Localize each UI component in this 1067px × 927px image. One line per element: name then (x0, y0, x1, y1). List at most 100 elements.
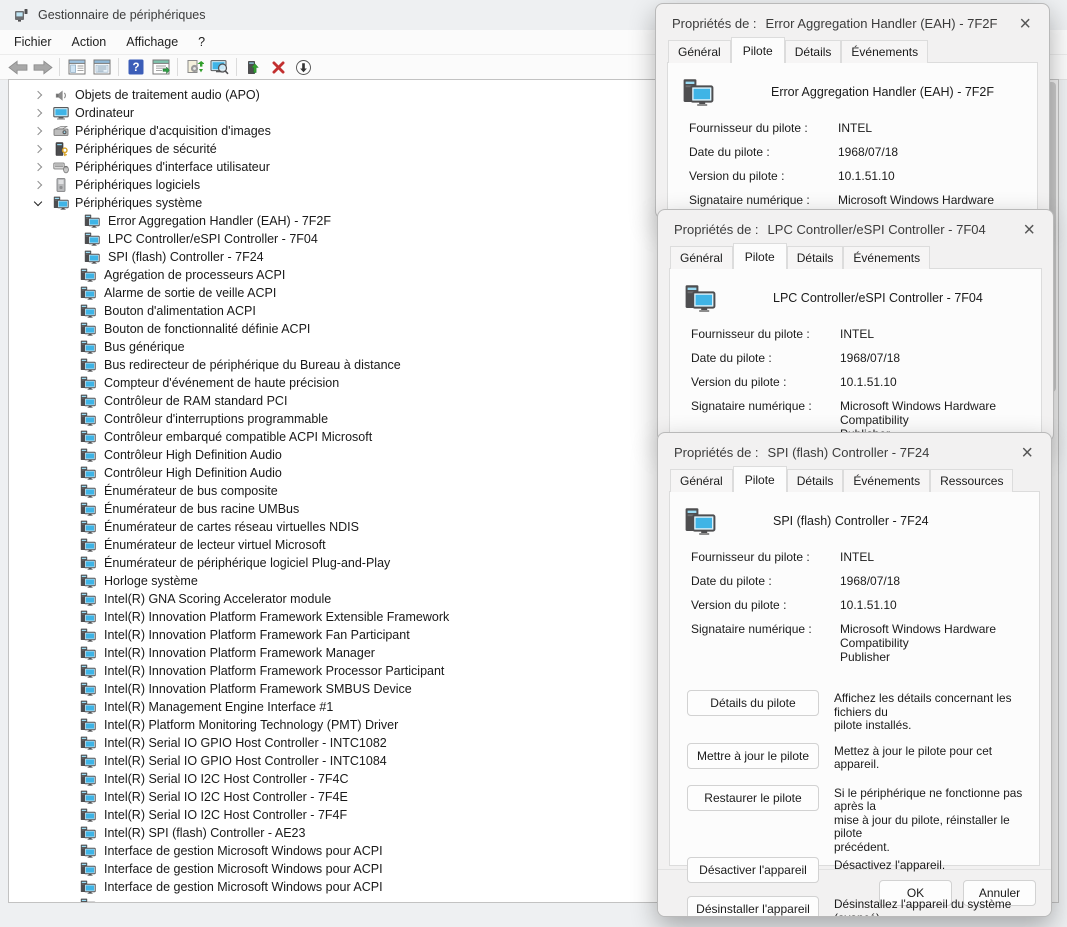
enable-device-button[interactable] (241, 57, 266, 78)
driver-fields: Fournisseur du pilote :INTEL Date du pilo… (670, 546, 1039, 680)
svg-text:?: ? (132, 62, 139, 74)
tree-item-label: Intel(R) Serial IO GPIO Host Controller … (104, 736, 387, 750)
roll-back-driver-button[interactable]: Restaurer le pilote (687, 785, 819, 811)
driver-tab-panel: Error Aggregation Handler (EAH) - 7F2F F… (667, 62, 1038, 219)
dialog-tab[interactable]: Ressources (930, 469, 1013, 492)
scan-hardware-button[interactable] (207, 57, 232, 78)
device-icon (683, 282, 717, 314)
system-device-icon (80, 825, 96, 841)
field-label: Version du pilote : (691, 375, 840, 389)
expand-chevron-icon[interactable] (33, 197, 45, 209)
dialog-title-bar: Propriétés de : Error Aggregation Handle… (656, 4, 1049, 40)
update-driver-button[interactable]: Mettre à jour le pilote (687, 743, 819, 769)
driver-field-row: Date du pilote :1968/07/18 (689, 145, 1027, 159)
field-value: 10.1.51.10 (840, 375, 1031, 389)
system-device-icon (80, 645, 96, 661)
expand-chevron-icon[interactable] (33, 161, 45, 173)
properties-button[interactable] (89, 57, 114, 78)
field-label: Signataire numérique : (691, 622, 840, 664)
field-label: Fournisseur du pilote : (691, 550, 840, 564)
menu-affichage[interactable]: Affichage (116, 32, 188, 52)
system-device-icon (80, 267, 96, 283)
expand-chevron-icon[interactable] (33, 107, 45, 119)
tree-item-label: Intel(R) Management Engine Interface #1 (104, 700, 333, 714)
action-description: Désactivez l'appareil. (834, 857, 1029, 873)
disable-device-icon (295, 59, 312, 76)
expand-chevron-icon[interactable] (33, 143, 45, 155)
close-icon[interactable]: × (1015, 17, 1035, 31)
uninstall-device-button[interactable]: Désinstaller l'appareil (687, 896, 819, 917)
dialog-tab[interactable]: Pilote (733, 466, 787, 492)
back-button[interactable] (5, 57, 30, 78)
driver-details-button[interactable]: Détails du pilote (687, 690, 819, 716)
driver-field-row: Fournisseur du pilote :INTEL (691, 327, 1031, 341)
menu-action[interactable]: Action (62, 32, 117, 52)
dialog-tabs: GénéralPiloteDétailsÉvénements (656, 40, 1049, 63)
menu-help[interactable]: ? (188, 32, 215, 52)
tree-item-label: Intel(R) Serial IO GPIO Host Controller … (104, 754, 387, 768)
toolbar-separator (177, 58, 178, 76)
toolbar-separator (59, 58, 60, 76)
field-value: INTEL (838, 121, 1027, 135)
close-icon[interactable]: × (1017, 446, 1037, 460)
field-value: 1968/07/18 (840, 574, 1029, 588)
console-tree-icon (68, 59, 86, 75)
dialog-tab[interactable]: Événements (841, 40, 928, 63)
system-device-icon (80, 285, 96, 301)
system-device-icon (80, 879, 96, 895)
dialog-tab[interactable]: Événements (843, 469, 930, 492)
menu-fichier[interactable]: Fichier (4, 32, 62, 52)
dialog-tab[interactable]: Événements (843, 246, 930, 269)
dialog-tab[interactable]: Détails (787, 246, 844, 269)
system-device-icon (80, 717, 96, 733)
driver-field-row: Version du pilote :10.1.51.10 (691, 598, 1029, 612)
uninstall-device-button[interactable] (266, 57, 291, 78)
system-device-icon (80, 861, 96, 877)
export-list-button[interactable] (148, 57, 173, 78)
dialog-tab[interactable]: Général (670, 469, 733, 492)
forward-button[interactable] (30, 57, 55, 78)
expand-chevron-icon[interactable] (33, 125, 45, 137)
dialog-tab[interactable]: Détails (785, 40, 842, 63)
expand-chevron-icon[interactable] (33, 179, 45, 191)
help-button[interactable]: ? (123, 57, 148, 78)
tree-item-label: Énumérateur de bus racine UMBus (104, 502, 299, 516)
expand-chevron-icon[interactable] (33, 89, 45, 101)
field-value: INTEL (840, 550, 1029, 564)
driver-field-row: Signataire numérique :Microsoft Windows … (691, 622, 1029, 664)
close-icon[interactable]: × (1019, 223, 1039, 237)
disable-device-button[interactable] (291, 57, 316, 78)
field-label: Date du pilote : (691, 351, 840, 365)
tree-item-label: Intel(R) Innovation Platform Framework S… (104, 682, 412, 696)
dialog-title-bar: Propriétés de : LPC Controller/eSPI Cont… (658, 210, 1053, 246)
tree-item-label: LPC Controller/eSPI Controller - 7F04 (108, 232, 318, 246)
driver-action-row: Restaurer le pilote Si le périphérique ne… (687, 785, 1029, 855)
system-device-icon (80, 519, 96, 535)
dialog-tab[interactable]: Pilote (731, 37, 785, 63)
dialog-tab[interactable]: Général (668, 40, 731, 63)
update-driver-button[interactable] (182, 57, 207, 78)
disable-device-button[interactable]: Désactiver l'appareil (687, 857, 819, 883)
properties-dialog-spi: Propriétés de : SPI (flash) Controller -… (657, 432, 1052, 917)
device-icon (681, 76, 715, 108)
driver-action-row: Détails du piloteAffichez les détails co… (687, 690, 1029, 733)
dialog-tabs: GénéralPiloteDétailsÉvénementsRessources (658, 469, 1051, 492)
dialog-tab[interactable]: Pilote (733, 243, 787, 269)
system-device-icon (80, 663, 96, 679)
uninstall-x-icon (271, 60, 286, 75)
system-device-icon (80, 339, 96, 355)
action-description: Désinstallez l'appareil du système (avan… (834, 896, 1029, 917)
action-description: Si le périphérique ne fonctionne pas apr… (834, 785, 1029, 855)
dialog-tab[interactable]: Général (670, 246, 733, 269)
tree-item-label: Périphériques d'interface utilisateur (75, 160, 270, 174)
driver-field-row: Date du pilote :1968/07/18 (691, 574, 1029, 588)
driver-actions: Détails du piloteAffichez les détails co… (670, 680, 1039, 917)
dialog-tab[interactable]: Détails (787, 469, 844, 492)
system-device-icon (80, 591, 96, 607)
security-device-icon (53, 141, 69, 157)
field-value: 1968/07/18 (840, 351, 1031, 365)
dialog-title-prefix: Propriétés de : (674, 445, 759, 460)
app-icon (13, 7, 29, 23)
console-tree-button[interactable] (64, 57, 89, 78)
field-label: Date du pilote : (689, 145, 838, 159)
